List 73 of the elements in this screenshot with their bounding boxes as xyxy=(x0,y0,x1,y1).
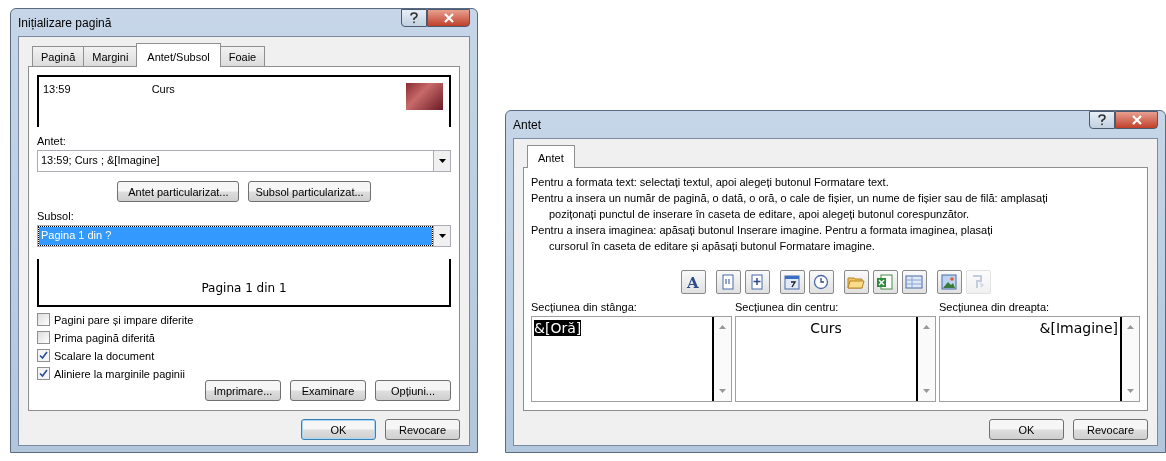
section-editor[interactable]: &[Oră] xyxy=(531,316,732,402)
checkbox-label: Scalare la document xyxy=(54,349,155,362)
scroll-down-icon[interactable] xyxy=(1127,389,1134,393)
sheet-icon[interactable] xyxy=(901,270,927,294)
section-editor[interactable]: Curs xyxy=(735,316,936,402)
photo-placeholder xyxy=(406,83,443,110)
checkbox[interactable] xyxy=(37,349,50,362)
field-label: Antet: xyxy=(37,135,67,147)
scroll-up-icon[interactable] xyxy=(719,325,726,329)
preview-text: Curs xyxy=(151,83,175,95)
dropdown-arrow-icon xyxy=(438,234,446,238)
section-text: &[Imagine] xyxy=(1039,320,1118,336)
clock-icon[interactable] xyxy=(808,270,834,294)
instruction-text: cursorul în caseta de editare și apăsați butonul Formatare imagine. xyxy=(548,240,876,252)
section-editor[interactable]: &[Imagine] xyxy=(939,316,1140,402)
close-icon xyxy=(442,13,455,23)
dialog-button[interactable]: Revocare xyxy=(385,419,460,440)
field-label: Subsol: xyxy=(37,210,75,222)
checkbox-label: Prima pagină diferită xyxy=(54,331,155,344)
custom-button[interactable]: Subsol particularizat... xyxy=(248,181,371,202)
instruction-text: Pentru a formata text: selectați textul, apoi alegeți butonul Formatare text. xyxy=(531,176,890,188)
picture-icon[interactable] xyxy=(936,270,962,294)
action-button[interactable]: Imprimare... xyxy=(205,380,281,401)
dropdown-arrow-icon xyxy=(438,159,446,163)
scrollbar[interactable] xyxy=(918,317,935,401)
preview-text: 13:59 xyxy=(43,83,71,95)
tab[interactable]: Margini xyxy=(83,46,138,66)
section-label: Secțiunea din stânga: xyxy=(531,301,638,313)
help-button[interactable] xyxy=(401,9,427,27)
instruction-text: Pentru a insera imaginea: apăsați butonul Inserare imagine. Pentru a formata imaginea, plasați xyxy=(531,224,994,236)
checkbox-label: Aliniere la marginile paginii xyxy=(54,367,185,380)
dialog-button[interactable]: OK xyxy=(989,419,1064,440)
header-dropdown[interactable]: 13:59; Curs ; &[Imagine] xyxy=(37,150,451,172)
pages-icon[interactable] xyxy=(744,270,770,294)
help-button[interactable] xyxy=(1089,111,1115,129)
question-mark-icon xyxy=(1097,114,1107,126)
close-button[interactable] xyxy=(1115,111,1158,129)
checkbox-label: Pagini pare și impare diferite xyxy=(54,313,194,326)
custom-button[interactable]: Antet particularizat... xyxy=(117,181,240,202)
scrollbar[interactable] xyxy=(1122,317,1139,401)
scroll-down-icon[interactable] xyxy=(719,389,726,393)
section-label: Secțiunea din dreapta: xyxy=(939,301,1051,313)
close-icon xyxy=(1130,115,1143,125)
instruction-text: pozițonați punctul de inserare în caseta de editare, apoi alegeți butonul corespunzător. xyxy=(548,208,971,220)
instruction-text: Pentru a insera un număr de pagină, o dată, o oră, o cale de fișier, un nume de fișier sau de filă: amplasați xyxy=(531,192,1049,204)
checkbox[interactable] xyxy=(37,313,50,326)
window-title: Inițializare pagină xyxy=(18,16,112,30)
tab[interactable]: Foaie xyxy=(219,46,266,66)
action-button[interactable]: Examinare xyxy=(290,380,366,401)
tab[interactable]: Antet/Subsol xyxy=(136,43,221,67)
action-button[interactable]: Opțiuni... xyxy=(375,380,451,401)
dialog-button[interactable]: Revocare xyxy=(1073,419,1148,440)
section-text: &[Oră] xyxy=(534,320,582,336)
tab[interactable]: Antet xyxy=(527,145,575,168)
dialog-button[interactable]: OK xyxy=(301,419,376,440)
calendar-icon[interactable] xyxy=(779,270,805,294)
scroll-up-icon[interactable] xyxy=(923,325,930,329)
page-number-icon[interactable] xyxy=(715,270,741,294)
section-label: Secțiunea din centru: xyxy=(735,301,840,313)
checkbox[interactable] xyxy=(37,367,50,380)
scroll-up-icon[interactable] xyxy=(1127,325,1134,329)
folder-icon[interactable] xyxy=(843,270,869,294)
window-title: Antet xyxy=(513,118,542,132)
font-icon[interactable]: A xyxy=(680,270,706,294)
scroll-down-icon[interactable] xyxy=(923,389,930,393)
section-text: Curs xyxy=(810,320,842,336)
close-button[interactable] xyxy=(427,9,470,27)
spreadsheet-icon[interactable] xyxy=(872,270,898,294)
tab[interactable]: Pagină xyxy=(32,46,85,66)
scrollbar[interactable] xyxy=(714,317,731,401)
checkbox[interactable] xyxy=(37,331,50,344)
preview-text: Pagina 1 din 1 xyxy=(201,281,287,295)
question-mark-icon xyxy=(409,12,419,24)
